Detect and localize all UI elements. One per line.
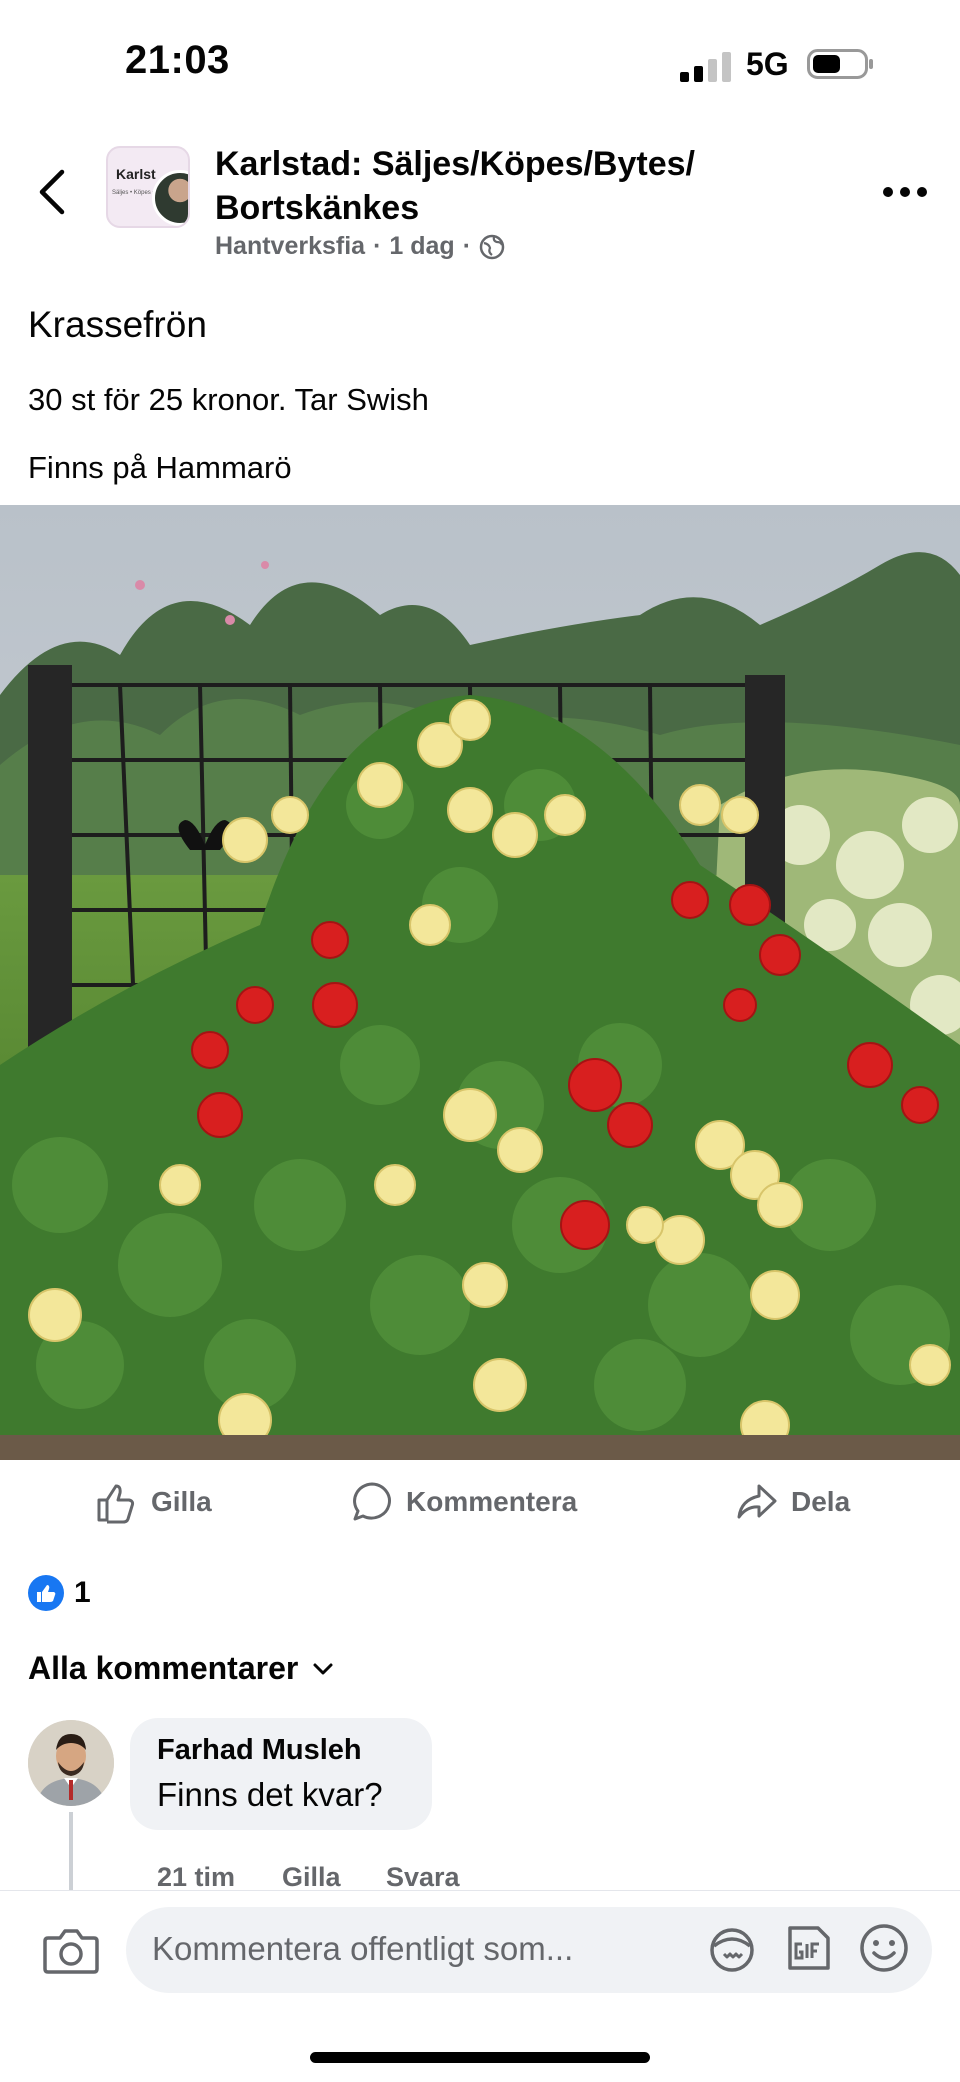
meta-separator: ·: [373, 232, 382, 260]
post-photo[interactable]: [0, 505, 960, 1460]
status-time: 21:03: [125, 38, 230, 82]
post-text-line: 30 st för 25 kronor. Tar Swish: [28, 382, 429, 417]
comment-time: 21 tim: [157, 1862, 236, 1892]
more-options-icon[interactable]: [882, 186, 928, 198]
emoji-icon[interactable]: [856, 1920, 912, 1976]
avatar-sticker-icon[interactable]: [704, 1920, 760, 1976]
camera-icon[interactable]: [40, 1920, 102, 1982]
reaction-count: 1: [74, 1576, 91, 1609]
author-mini-avatar: [152, 170, 188, 226]
post-meta: Hantverksfia · 1 dag ·: [215, 232, 505, 261]
post-text-line: Finns på Hammarö: [28, 450, 292, 485]
chevron-down-icon: [313, 1663, 333, 1674]
comment-text: Finns det kvar?: [157, 1776, 383, 1813]
network-label: 5G: [746, 46, 789, 82]
share-button[interactable]: Dela: [735, 1480, 850, 1524]
commenter-avatar[interactable]: [28, 1720, 114, 1806]
group-title[interactable]: Karlstad: Säljes/Köpes/Bytes/ Bortskänke…: [215, 142, 775, 230]
comment-reply-button[interactable]: Svara: [386, 1862, 460, 1893]
comment-icon: [353, 1482, 391, 1521]
battery-icon: [807, 49, 873, 79]
thread-line: [69, 1812, 73, 1892]
comment-author[interactable]: Farhad Musleh: [157, 1734, 362, 1767]
like-reaction-icon: [28, 1575, 64, 1611]
share-icon: [737, 1484, 777, 1519]
globe-icon: [479, 234, 505, 259]
comment-button[interactable]: Kommentera: [350, 1480, 577, 1524]
comments-filter-label: Alla kommentarer: [28, 1650, 299, 1686]
comments-filter[interactable]: Alla kommentarer: [28, 1650, 334, 1687]
comment-like-button[interactable]: Gilla: [282, 1862, 341, 1893]
reactions-summary[interactable]: 1: [28, 1575, 91, 1611]
comment-input-placeholder: Kommentera offentligt som...: [152, 1930, 574, 1967]
share-label: Dela: [791, 1486, 851, 1517]
back-arrow-icon[interactable]: [38, 168, 66, 216]
post-title: Krassefrön: [28, 304, 207, 345]
author-name[interactable]: Hantverksfia: [215, 232, 365, 261]
group-avatar-text: Karlst: [116, 166, 156, 182]
signal-icon: [680, 52, 731, 82]
like-button[interactable]: Gilla: [95, 1480, 212, 1524]
post-time[interactable]: 1 dag: [389, 232, 454, 261]
meta-separator: ·: [462, 232, 472, 260]
comment-label: Kommentera: [406, 1486, 578, 1517]
gif-icon[interactable]: [780, 1920, 836, 1976]
thumbs-up-icon: [97, 1484, 135, 1524]
like-label: Gilla: [151, 1486, 212, 1517]
home-indicator[interactable]: [310, 2052, 650, 2063]
group-avatar[interactable]: Karlst Säljes • Köpes • Bytes: [106, 146, 190, 228]
